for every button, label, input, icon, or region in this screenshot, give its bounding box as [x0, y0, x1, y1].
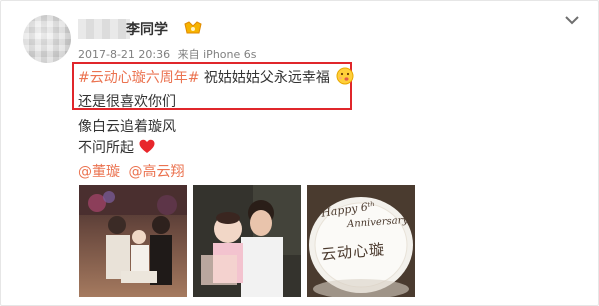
hashtag-link[interactable]: #云动心璇六周年#: [78, 70, 199, 86]
post-line-4: 不问所起: [78, 137, 155, 157]
post-time[interactable]: 2017-8-21 20:36: [78, 48, 170, 61]
photo-thumbnail-2[interactable]: [193, 185, 301, 297]
avatar[interactable]: [23, 15, 71, 63]
red-heart-emoji-icon: [139, 139, 155, 153]
mention-link-1[interactable]: @董璇: [78, 164, 120, 180]
vip-badge-icon: [184, 21, 202, 34]
mentions: @董璇 @高云翔: [78, 161, 184, 181]
post-line-1: #云动心璇六周年# 祝姑姑姑父永远幸福: [78, 67, 354, 87]
photo-2-image: [193, 185, 301, 297]
line1-text: 祝姑姑姑父永远幸福: [203, 70, 330, 86]
weibo-post-card: 李同学 2017-8-21 20:36 来自 iPhone 6s #云动心璇六周…: [0, 0, 599, 306]
source-device: iPhone 6s: [203, 48, 257, 61]
kiss-face-emoji-icon: [336, 67, 354, 85]
username-mosaic: [78, 19, 130, 39]
post-meta: 2017-8-21 20:36 来自 iPhone 6s: [78, 46, 256, 62]
mention-link-2[interactable]: @高云翔: [128, 164, 184, 180]
line4-text: 不问所起: [78, 140, 134, 156]
post-line-2: 还是很喜欢你们: [78, 94, 176, 110]
chevron-down-icon[interactable]: [565, 15, 579, 25]
photo-thumbnail-3[interactable]: Happy 6ᵗʰ Anniversary 云动心璇: [307, 185, 415, 297]
username[interactable]: 李同学: [126, 19, 168, 39]
source-prefix: 来自: [177, 48, 200, 61]
post-line-3: 像白云追着璇风: [78, 119, 176, 135]
photo-thumbnail-1[interactable]: [79, 185, 187, 297]
photo-1-image: [79, 185, 187, 285]
